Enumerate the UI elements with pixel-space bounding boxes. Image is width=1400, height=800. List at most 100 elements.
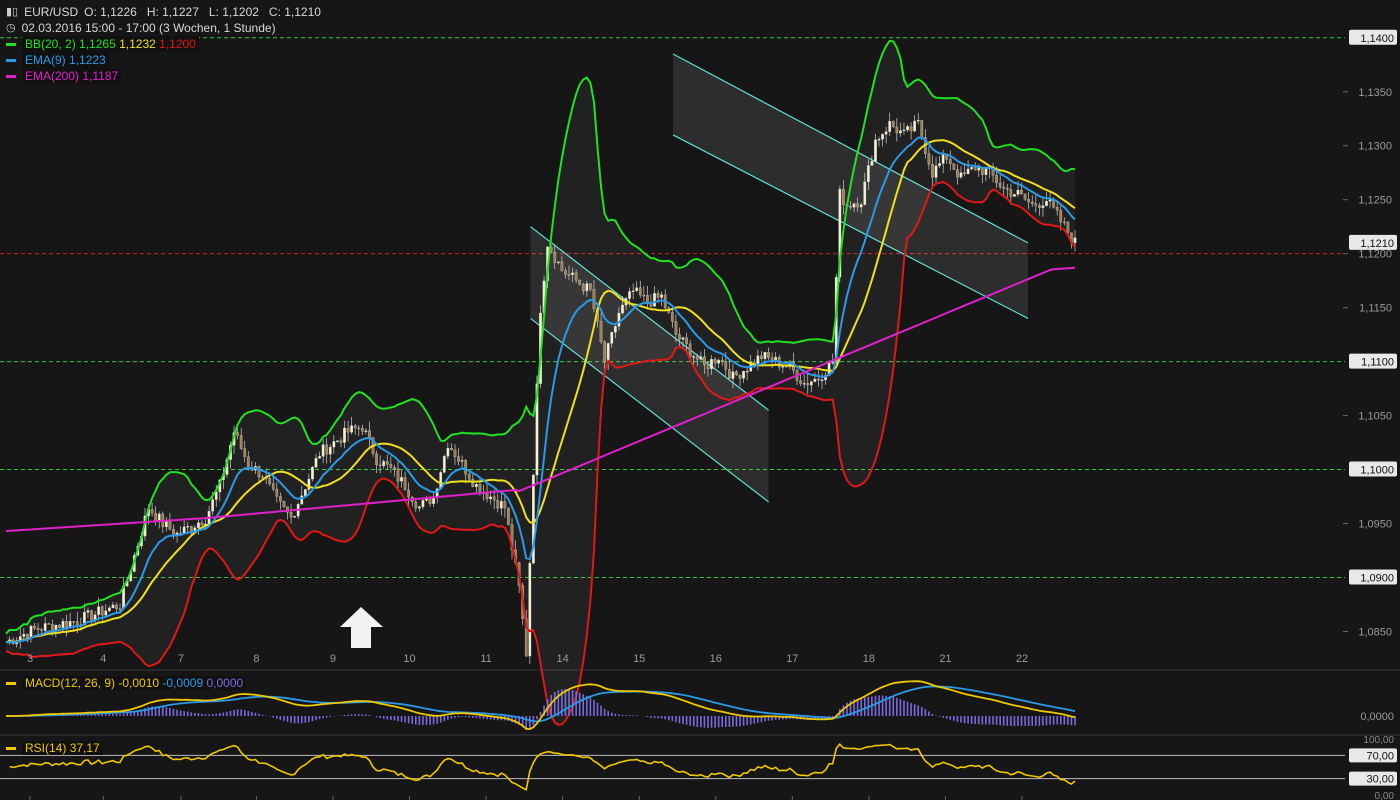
candle-body [560,261,564,271]
candle-body [407,489,411,498]
rsi-legend: RSI(14) 37,17 [6,741,103,755]
candle-body [150,509,154,514]
price-tick-label: 1,1150 [1359,303,1392,315]
candle-body [603,341,606,363]
price-tick-label: 1,1250 [1358,195,1392,207]
bb-lower-value: 1,1200 [159,37,196,51]
candle-body [763,352,767,359]
candle-body [888,120,892,132]
candle-body [499,501,503,509]
candle-body [927,153,931,165]
candle-body [72,621,76,623]
candle-body [984,168,988,175]
candle-body [731,371,735,379]
candle-body [1009,189,1013,197]
candle-body [200,522,204,526]
rsi-panel[interactable]: 100,00 70,00 30,00 0,00 [0,735,1397,800]
candle-body [100,606,104,616]
candle-body [421,500,425,507]
candle-body [50,624,54,632]
candle-body [236,432,239,436]
candle-body [670,312,674,322]
candle-body [592,289,596,310]
chart-type-icon: ▮▯ [6,6,19,18]
candle-body [282,501,286,507]
macd-signal-value: -0,0009 [162,676,204,690]
time-tick-label: 14 [557,653,569,665]
ema9-legend-row: EMA(9) 1,1223 [6,52,321,68]
macd-tick-label: 0,0000 [1360,711,1394,723]
candle-body [368,430,371,438]
candle-body [471,479,475,487]
candle-body [760,355,763,359]
candle-body [856,203,859,208]
candle-body [653,293,656,307]
candle-body [339,440,343,443]
time-tick-label: 10 [403,653,415,665]
ema200-label: EMA(200) [25,69,80,83]
candle-body [995,175,998,184]
candle-body [75,621,79,626]
candle-body [275,488,279,497]
rsi-line [9,743,1076,791]
macd-value: -0,0010 [118,676,160,690]
candle-body [311,466,314,480]
candle-body [884,131,888,135]
candle-body [332,441,336,448]
candle-body [581,284,585,292]
candle-body [699,356,703,360]
candle-body [813,378,817,382]
candle-body [357,427,361,430]
candle-body [1034,203,1038,206]
candle-body [22,633,26,637]
clock-icon: ◷ [6,22,16,34]
candle-body [973,167,977,171]
candle-body [489,496,492,500]
candle-body [400,477,403,482]
ema9-swatch [6,58,16,62]
time-tick-label: 16 [710,653,722,665]
candle-body [638,287,642,296]
candle-body [571,272,574,275]
candle-body [172,529,175,536]
candle-body [29,625,33,639]
candle-body [998,182,1002,188]
candle-body [863,181,867,205]
candle-body [877,138,881,141]
time-tick-label: 4 [100,653,106,665]
candle-body [40,629,43,631]
candle-body [963,172,966,175]
candle-body [553,252,557,263]
rsi-label: RSI(14) [25,741,67,755]
candle-body [617,312,621,327]
candle-body [65,621,68,628]
candle-body [781,366,785,368]
candle-body [899,130,902,134]
candle-body [1045,201,1048,206]
candle-body [931,164,934,178]
candle-body [695,356,699,360]
up-arrow-icon [340,607,383,648]
candle-body [870,161,874,166]
price-tick-label: 1,1050 [1358,411,1392,423]
candle-body [246,456,250,468]
candle-body [820,379,824,382]
ema200-value: 1,1187 [82,69,119,83]
candle-body [920,120,924,138]
period-label: 02.03.2016 15:00 - 17:00 (3 Wochen, 1 St… [21,21,276,35]
candle-body [556,261,560,263]
ema9-label: EMA(9) [25,53,66,67]
candle-body [660,294,664,298]
candle-body [631,290,635,293]
candle-body [43,623,47,631]
candle-body [842,188,845,205]
candle-body [785,366,788,368]
candle-body [157,513,161,522]
candle-body [902,129,906,132]
candle-body [802,383,806,385]
macd-signal-line [6,685,1076,723]
candle-body [293,516,296,518]
candle-body [189,526,193,532]
candle-body [742,370,745,379]
candle-body [239,435,243,449]
